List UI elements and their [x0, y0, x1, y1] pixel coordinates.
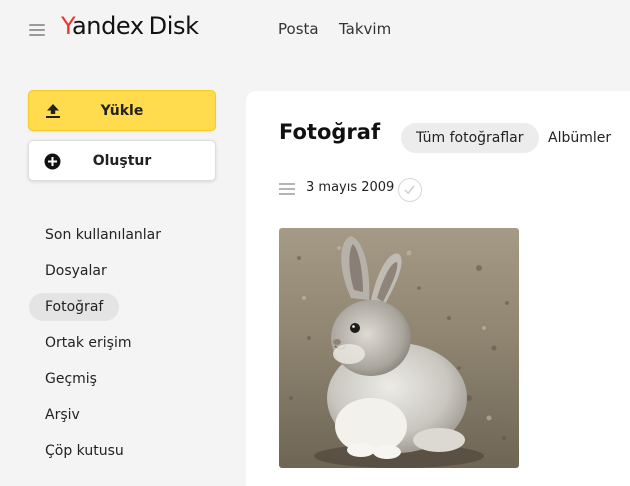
select-group-check-icon[interactable] — [398, 178, 422, 202]
plus-circle-icon — [44, 153, 61, 170]
sidebar-item-history[interactable]: Geçmiş — [29, 365, 113, 393]
sidebar-item-archive[interactable]: Arşiv — [29, 401, 96, 429]
photo-group-date: 3 mayıs 2009 — [306, 180, 395, 195]
sidebar-item-files[interactable]: Dosyalar — [29, 257, 123, 285]
create-button[interactable]: Oluştur — [28, 140, 216, 181]
logo-y-letter: Y — [61, 12, 72, 40]
logo-product: Disk — [148, 12, 199, 40]
list-view-icon[interactable] — [279, 182, 295, 196]
photo-thumbnail[interactable] — [279, 228, 519, 468]
logo-brand: andex — [71, 12, 144, 40]
checkmark-icon — [404, 185, 415, 195]
upload-arrow-icon — [46, 104, 60, 118]
menu-hamburger-icon[interactable] — [29, 22, 45, 38]
sidebar-item-recent[interactable]: Son kullanılanlar — [29, 221, 177, 249]
rabbit-photo-image — [279, 228, 519, 468]
sidebar-item-photos[interactable]: Fotoğraf — [29, 293, 120, 321]
tab-albums[interactable]: Albümler — [548, 123, 611, 153]
upload-button[interactable]: Yükle — [28, 90, 216, 131]
nav-link-posta[interactable]: Posta — [278, 20, 319, 38]
page-title: Fotoğraf — [279, 120, 381, 144]
sidebar-item-shared[interactable]: Ortak erişim — [29, 329, 147, 357]
yandex-disk-logo[interactable]: Yandex Disk — [61, 11, 199, 41]
sidebar-item-trash[interactable]: Çöp kutusu — [29, 437, 140, 465]
tab-all-photos[interactable]: Tüm fotoğraflar — [401, 123, 539, 153]
nav-link-takvim[interactable]: Takvim — [339, 20, 391, 38]
